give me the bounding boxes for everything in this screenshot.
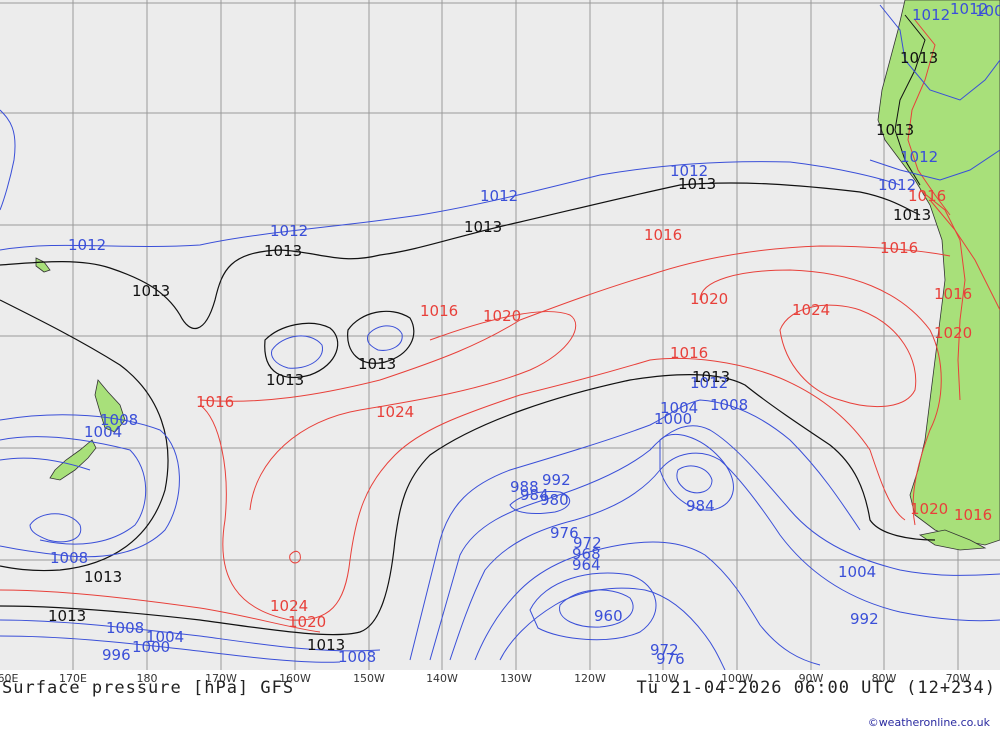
isobar-label: 1000 — [132, 638, 170, 656]
isobar-label: 1008 — [106, 619, 144, 637]
isobar-label: 1008 — [710, 396, 748, 414]
isobar-label: 1013 — [132, 282, 170, 300]
isobar-label: 1013 — [84, 568, 122, 586]
isobar-label: 1012 — [690, 374, 728, 392]
pressure-map: 1012 1012 1012 1012 1012 1012 1012 1012 … — [0, 0, 1000, 670]
isobar-label: 1013 — [358, 355, 396, 373]
isobar-label: 1012 — [480, 187, 518, 205]
isobar-label: 1013 — [264, 242, 302, 260]
isobar-label: 984 — [686, 497, 715, 515]
isobar-label: 1016 — [644, 226, 682, 244]
isobar-label: 1020 — [483, 307, 521, 325]
isobar-label: 976 — [656, 650, 685, 668]
isobar-label: 1020 — [288, 613, 326, 631]
isobar-label: 980 — [540, 491, 569, 509]
isobar-label: 1012 — [912, 6, 950, 24]
isobar-label: 1013 — [876, 121, 914, 139]
isobar-label: 1020 — [910, 500, 948, 518]
isobar-label: 1008 — [50, 549, 88, 567]
lon-tick: 130W — [500, 672, 532, 685]
isobar-label: 1024 — [792, 301, 830, 319]
valid-time: Tu 21-04-2026 06:00 UTC (12+234) — [636, 678, 996, 698]
isobar-label: 1013 — [48, 607, 86, 625]
isobar-label: 1013 — [893, 206, 931, 224]
isobar-label: 1000 — [654, 410, 692, 428]
isobar-label: 992 — [850, 610, 879, 628]
isobar-label: 1013 — [464, 218, 502, 236]
isobar-label: 1013 — [678, 175, 716, 193]
credit-link[interactable]: ©weatheronline.co.uk — [868, 716, 990, 729]
isobar-label: 1008 — [975, 2, 1000, 20]
isobar-label: 1020 — [934, 324, 972, 342]
isobar-label: 1016 — [880, 239, 918, 257]
isobar-label: 1016 — [196, 393, 234, 411]
isobar-label: 1024 — [376, 403, 414, 421]
lon-tick: 140W — [426, 672, 458, 685]
isobar-label: 1016 — [908, 187, 946, 205]
isobar-label: 964 — [572, 556, 601, 574]
isobar-label: 1016 — [670, 344, 708, 362]
isobar-label: 1016 — [954, 506, 992, 524]
isobar-label: 960 — [594, 607, 623, 625]
isobar-label: 1024 — [270, 597, 308, 615]
isobar-label: 1016 — [934, 285, 972, 303]
isobar-label: 1020 — [690, 290, 728, 308]
map-title: Surface pressure [hPa] GFS — [2, 678, 295, 698]
isobar-label: 1012 — [270, 222, 308, 240]
isobar-label: 1016 — [420, 302, 458, 320]
lon-tick: 120W — [574, 672, 606, 685]
isobar-label: 1008 — [338, 648, 376, 666]
isobar-label: 1013 — [900, 49, 938, 67]
lon-tick: 150W — [353, 672, 385, 685]
isobar-label: 1012 — [900, 148, 938, 166]
isobar-label: 1013 — [266, 371, 304, 389]
isobar-label: 1004 — [838, 563, 876, 581]
isobar-label: 1004 — [84, 423, 122, 441]
isobar-label: 1012 — [68, 236, 106, 254]
isobar-label: 996 — [102, 646, 131, 664]
